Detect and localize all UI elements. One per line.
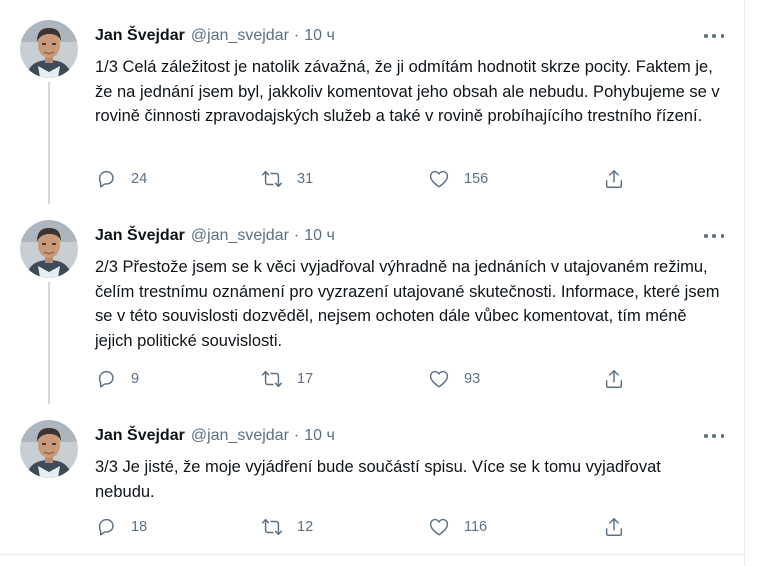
tweet-body: 1/3 Celá záležitost je natolik závažná, … bbox=[95, 58, 720, 125]
reply-button[interactable]: 24 bbox=[95, 168, 147, 190]
reply-count: 18 bbox=[131, 519, 148, 535]
reply-icon bbox=[98, 170, 114, 188]
avatar[interactable] bbox=[20, 420, 78, 478]
separator: · bbox=[293, 227, 300, 244]
like-button[interactable]: 116 bbox=[428, 516, 487, 538]
retweet-count: 17 bbox=[297, 371, 314, 387]
like-count: 156 bbox=[464, 171, 489, 187]
separator: · bbox=[293, 427, 300, 444]
thread-connector bbox=[48, 82, 50, 204]
author-name[interactable]: Jan Švejdar bbox=[95, 427, 185, 445]
retweet-button[interactable]: 12 bbox=[261, 516, 313, 538]
reply-button[interactable]: 18 bbox=[95, 516, 147, 538]
tweet-header: Jan Švejdar @jan_svejdar · 10 ч bbox=[95, 425, 335, 447]
retweet-button[interactable]: 17 bbox=[261, 368, 313, 390]
profile-photo bbox=[20, 20, 78, 78]
author-handle[interactable]: @jan_svejdar bbox=[191, 227, 289, 245]
reply-icon bbox=[98, 518, 114, 536]
retweet-icon bbox=[261, 518, 283, 536]
tweet-text: 2/3 Přestože jsem se k věci vyjadřoval v… bbox=[95, 255, 720, 353]
heart-icon bbox=[429, 170, 449, 188]
avatar[interactable] bbox=[20, 20, 78, 78]
timestamp[interactable]: 10 ч bbox=[304, 27, 335, 45]
share-button[interactable] bbox=[603, 168, 625, 190]
thread-connector bbox=[48, 282, 50, 404]
author-name[interactable]: Jan Švejdar bbox=[95, 27, 185, 45]
thread-connector bbox=[48, 196, 50, 202]
retweet-icon bbox=[261, 170, 283, 188]
share-icon bbox=[605, 370, 623, 388]
timestamp[interactable]: 10 ч bbox=[304, 227, 335, 245]
like-button[interactable]: 93 bbox=[428, 368, 480, 390]
retweet-count: 31 bbox=[297, 171, 314, 187]
thread-connector bbox=[48, 396, 50, 402]
retweet-icon bbox=[261, 370, 283, 388]
tweet-actions: 24 31 156 bbox=[95, 168, 635, 190]
like-count: 93 bbox=[464, 371, 481, 387]
share-icon bbox=[605, 170, 623, 188]
share-button[interactable] bbox=[603, 368, 625, 390]
profile-photo bbox=[20, 420, 78, 478]
heart-icon bbox=[429, 518, 449, 536]
author-handle[interactable]: @jan_svejdar bbox=[191, 27, 289, 45]
retweet-count: 12 bbox=[297, 519, 314, 535]
more-icon[interactable] bbox=[704, 428, 724, 444]
tweet-header: Jan Švejdar @jan_svejdar · 10 ч bbox=[95, 25, 335, 47]
timeline: Jan Švejdar @jan_svejdar · 10 ч 1/3 Celá… bbox=[0, 0, 745, 566]
reply-button[interactable]: 9 bbox=[95, 368, 139, 390]
like-button[interactable]: 156 bbox=[428, 168, 488, 190]
reply-count: 9 bbox=[131, 371, 140, 387]
tweet-body: 2/3 Přestože jsem se k věci vyjadřoval v… bbox=[95, 258, 720, 350]
tweet-body: 3/3 Je jisté, že moje vyjádření bude sou… bbox=[95, 458, 661, 501]
avatar[interactable] bbox=[20, 220, 78, 278]
more-icon[interactable] bbox=[704, 228, 724, 244]
profile-photo bbox=[20, 220, 78, 278]
tweet-text: 1/3 Celá záležitost je natolik závažná, … bbox=[95, 55, 720, 129]
tweet-text: 3/3 Je jisté, že moje vyjádření bude sou… bbox=[95, 455, 720, 504]
share-icon bbox=[605, 518, 623, 536]
like-count: 116 bbox=[464, 519, 488, 535]
timestamp[interactable]: 10 ч bbox=[304, 427, 335, 445]
reply-icon bbox=[98, 370, 114, 388]
tweet-header: Jan Švejdar @jan_svejdar · 10 ч bbox=[95, 225, 335, 247]
heart-icon bbox=[429, 370, 449, 388]
tweet-actions: 18 12 116 bbox=[95, 516, 635, 538]
reply-count: 24 bbox=[131, 171, 148, 187]
tweet[interactable]: Jan Švejdar @jan_svejdar · 10 ч 3/3 Je j… bbox=[0, 396, 745, 555]
author-name[interactable]: Jan Švejdar bbox=[95, 227, 185, 245]
more-icon[interactable] bbox=[704, 28, 724, 44]
tweet[interactable]: Jan Švejdar @jan_svejdar · 10 ч 1/3 Celá… bbox=[0, 0, 745, 204]
tweet-actions: 9 17 93 bbox=[95, 368, 635, 390]
tweet[interactable]: Jan Švejdar @jan_svejdar · 10 ч 2/3 Přes… bbox=[0, 196, 745, 404]
share-button[interactable] bbox=[603, 516, 625, 538]
separator: · bbox=[293, 27, 300, 44]
retweet-button[interactable]: 31 bbox=[261, 168, 313, 190]
author-handle[interactable]: @jan_svejdar bbox=[191, 427, 289, 445]
